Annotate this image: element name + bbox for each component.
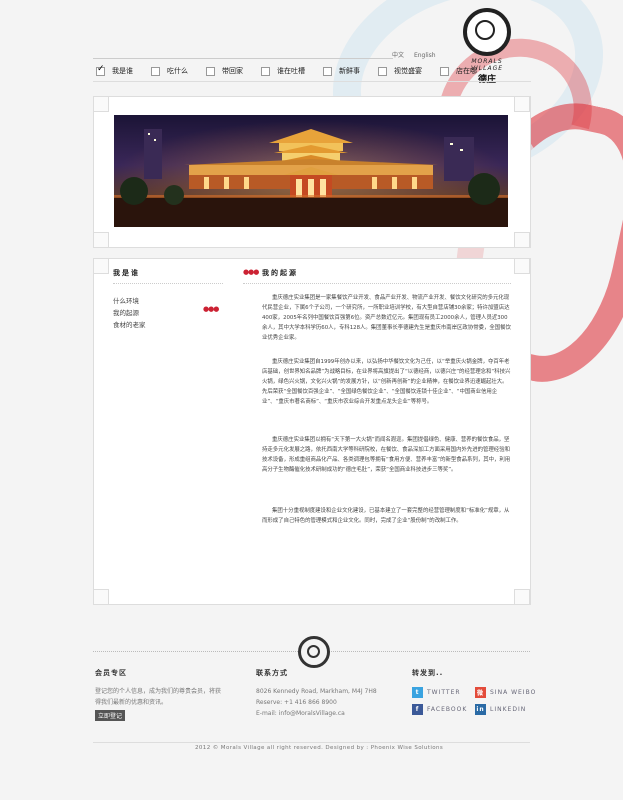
nav-item-label: 带回家	[222, 67, 243, 75]
footer-logo-icon	[298, 636, 330, 668]
sidebar-item-ingredients[interactable]: 食材的老家	[113, 319, 146, 331]
checkbox-checked-icon	[96, 64, 105, 76]
sidebar-item-environment[interactable]: 什么环境	[113, 295, 146, 307]
share-twitter[interactable]: t TWITTER	[412, 687, 461, 698]
lang-chinese-link[interactable]: 中文	[392, 52, 404, 59]
nav-item-label: 谁在吐槽	[277, 67, 305, 75]
main-nav: 我是谁 吃什么 带回家 谁在吐槽 新鲜事 视觉盛宴 店在哪	[96, 64, 495, 76]
copyright-text: 2012 © Morals Village all right reserved…	[195, 745, 444, 751]
share-label: SINA WEIBO	[490, 689, 537, 696]
section-title: 我的起源	[262, 269, 298, 277]
nav-item-news[interactable]: 新鲜事	[323, 66, 360, 76]
banner-image	[114, 115, 508, 227]
nav-item-label: 店在哪	[456, 67, 477, 75]
sidebar-divider	[113, 283, 223, 284]
language-switch: 中文 English	[392, 50, 444, 59]
twitter-icon: t	[412, 687, 423, 698]
linkedin-icon: in	[475, 704, 486, 715]
member-description: 登记您的个人信息，成为我们的尊贵会员，将获 得我们最新的优惠和资讯。	[95, 686, 221, 708]
nav-item-reviews[interactable]: 谁在吐槽	[261, 66, 305, 76]
contact-heading: 联系方式	[256, 669, 288, 677]
contact-address: 8026 Kennedy Road, Markham, M4J 7H8	[256, 688, 377, 695]
contact-phone: Reserve: +1 416 866 8900	[256, 699, 337, 706]
share-heading: 转发到..	[412, 669, 444, 677]
sidebar-item-origin[interactable]: 我的起源	[113, 307, 146, 319]
checkbox-icon	[261, 66, 270, 76]
share-facebook[interactable]: f FACEBOOK	[412, 704, 467, 715]
frame-corner	[93, 258, 109, 274]
section-marker-icon: ●●●	[243, 268, 259, 276]
frame-corner	[514, 96, 530, 112]
sidebar-title: 我是谁	[113, 269, 140, 277]
body-paragraph: 重庆德庄实业集团以拥有“天下第一大火锅”而闻名遐迩。集团提倡绿色、健康、营养的餐…	[262, 437, 511, 473]
nav-item-gallery[interactable]: 视觉盛宴	[378, 66, 422, 76]
nav-bottom-divider	[93, 81, 531, 82]
share-weibo[interactable]: 微 SINA WEIBO	[475, 687, 536, 698]
checkbox-icon	[206, 66, 215, 76]
frame-corner	[93, 232, 109, 248]
share-linkedin[interactable]: in LINKEDIN	[475, 704, 526, 715]
checkbox-icon	[323, 66, 332, 76]
checkbox-icon	[151, 66, 160, 76]
share-label: LINKEDIN	[490, 706, 527, 713]
logo-emblem-icon	[463, 8, 511, 56]
contact-details: 8026 Kennedy Road, Markham, M4J 7H8 Rese…	[256, 686, 377, 719]
nav-item-label: 新鲜事	[339, 67, 360, 75]
nav-item-take-home[interactable]: 带回家	[206, 66, 243, 76]
weibo-icon: 微	[475, 687, 486, 698]
checkbox-icon	[440, 66, 449, 76]
nav-item-label: 视觉盛宴	[394, 67, 422, 75]
checkbox-icon	[378, 66, 387, 76]
frame-corner	[93, 589, 109, 605]
nav-item-who[interactable]: 我是谁	[96, 64, 133, 76]
share-label: FACEBOOK	[427, 706, 468, 713]
frame-corner	[514, 589, 530, 605]
contact-email[interactable]: E-mail: info@MoralsVillage.ca	[256, 708, 377, 719]
nav-item-label: 我是谁	[112, 67, 133, 75]
nav-top-divider	[93, 58, 393, 59]
frame-corner	[93, 96, 109, 112]
body-paragraph: 重庆德庄实业集团自1999年创办以来，以弘扬中华餐饮文化为己任，以“举重庆火锅金…	[262, 359, 511, 405]
member-text-line: 登记您的个人信息，成为我们的尊贵会员，将获	[95, 688, 222, 695]
sidebar-menu: 什么环境 我的起源 食材的老家	[113, 295, 146, 331]
frame-corner	[514, 232, 530, 248]
section-divider	[243, 283, 511, 284]
body-paragraph: 重庆德庄实业集团是一家集餐饮产业开发、食品产业开发、物流产业开发、餐饮文化研究的…	[262, 295, 511, 341]
frame-corner	[514, 258, 530, 274]
nav-item-label: 吃什么	[167, 67, 188, 75]
member-heading: 会员专区	[95, 669, 127, 677]
member-text-line: 得我们最新的优惠和资讯。	[95, 699, 168, 706]
register-button[interactable]: 立即登记	[95, 710, 126, 721]
share-label: TWITTER	[427, 689, 461, 696]
great-hall-night-illustration	[114, 115, 508, 227]
facebook-icon: f	[412, 704, 423, 715]
lang-english-link[interactable]: English	[414, 52, 436, 59]
copyright-divider	[93, 742, 530, 743]
active-marker-icon: ●●●	[203, 305, 219, 313]
nav-item-eat[interactable]: 吃什么	[151, 66, 188, 76]
nav-item-locations[interactable]: 店在哪	[440, 66, 477, 76]
body-paragraph: 集团十分重视制度建设和企业文化建设，已基本建立了一套完整的经营管理制度和“标准化…	[262, 508, 510, 524]
